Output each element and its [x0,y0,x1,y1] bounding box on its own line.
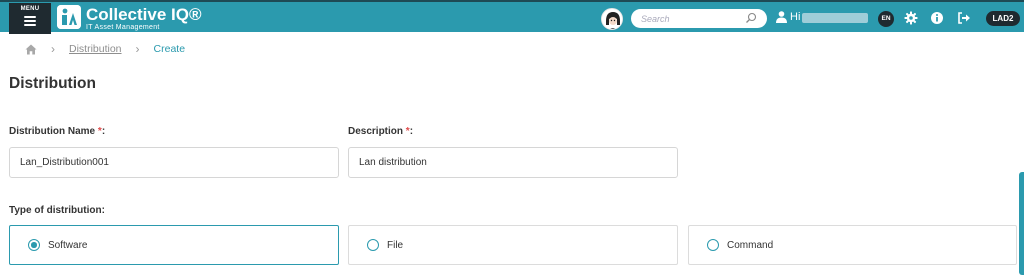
description-input[interactable] [348,147,678,178]
type-option-software[interactable]: Software [9,225,339,265]
brand-name: Collective IQ® [86,5,202,24]
user-name-redacted [802,13,868,23]
search-input[interactable] [641,12,741,25]
site-badge[interactable]: LAD2 [986,11,1020,26]
type-option-command[interactable]: Command [688,225,1017,265]
gear-icon[interactable] [904,11,918,25]
logo-mark-icon [57,5,81,29]
user-greeting[interactable]: Hi [776,11,800,23]
breadcrumb-separator: › [51,42,55,56]
breadcrumb-separator: › [135,42,140,56]
page-title: Distribution [9,75,96,92]
home-icon[interactable] [25,44,37,55]
search-icon[interactable] [745,12,757,24]
menu-icon [24,16,36,26]
distribution-name-label: Distribution Name *: [9,126,106,137]
breadcrumb-distribution-link[interactable]: Distribution [69,43,122,55]
distribution-name-input[interactable] [9,147,339,178]
search-box[interactable] [631,9,767,28]
menu-button[interactable]: MENU [9,3,51,34]
type-option-label: Software [48,239,88,251]
type-of-distribution-label: Type of distribution: [9,205,105,216]
menu-label: MENU [20,6,40,12]
radio-unselected-icon[interactable] [367,239,379,251]
avatar[interactable] [601,8,623,30]
type-option-label: File [387,239,404,251]
radio-selected-icon[interactable] [28,239,40,251]
radio-unselected-icon[interactable] [707,239,719,251]
breadcrumb-current: Create [153,43,186,55]
scrollbar-thumb[interactable] [1019,172,1024,275]
type-option-file[interactable]: File [348,225,678,265]
type-option-label: Command [727,239,774,251]
info-icon[interactable] [930,11,944,25]
logout-icon[interactable] [957,11,971,25]
language-selector[interactable]: EN [878,11,894,27]
top-navigation-bar: MENU Collective IQ® IT Asset Management [0,0,1024,34]
breadcrumb: › Distribution › Create [25,42,185,56]
greeting-text: Hi [790,11,801,23]
brand-tagline: IT Asset Management [86,24,160,31]
user-icon [776,11,787,23]
description-label: Description *: [348,126,414,137]
